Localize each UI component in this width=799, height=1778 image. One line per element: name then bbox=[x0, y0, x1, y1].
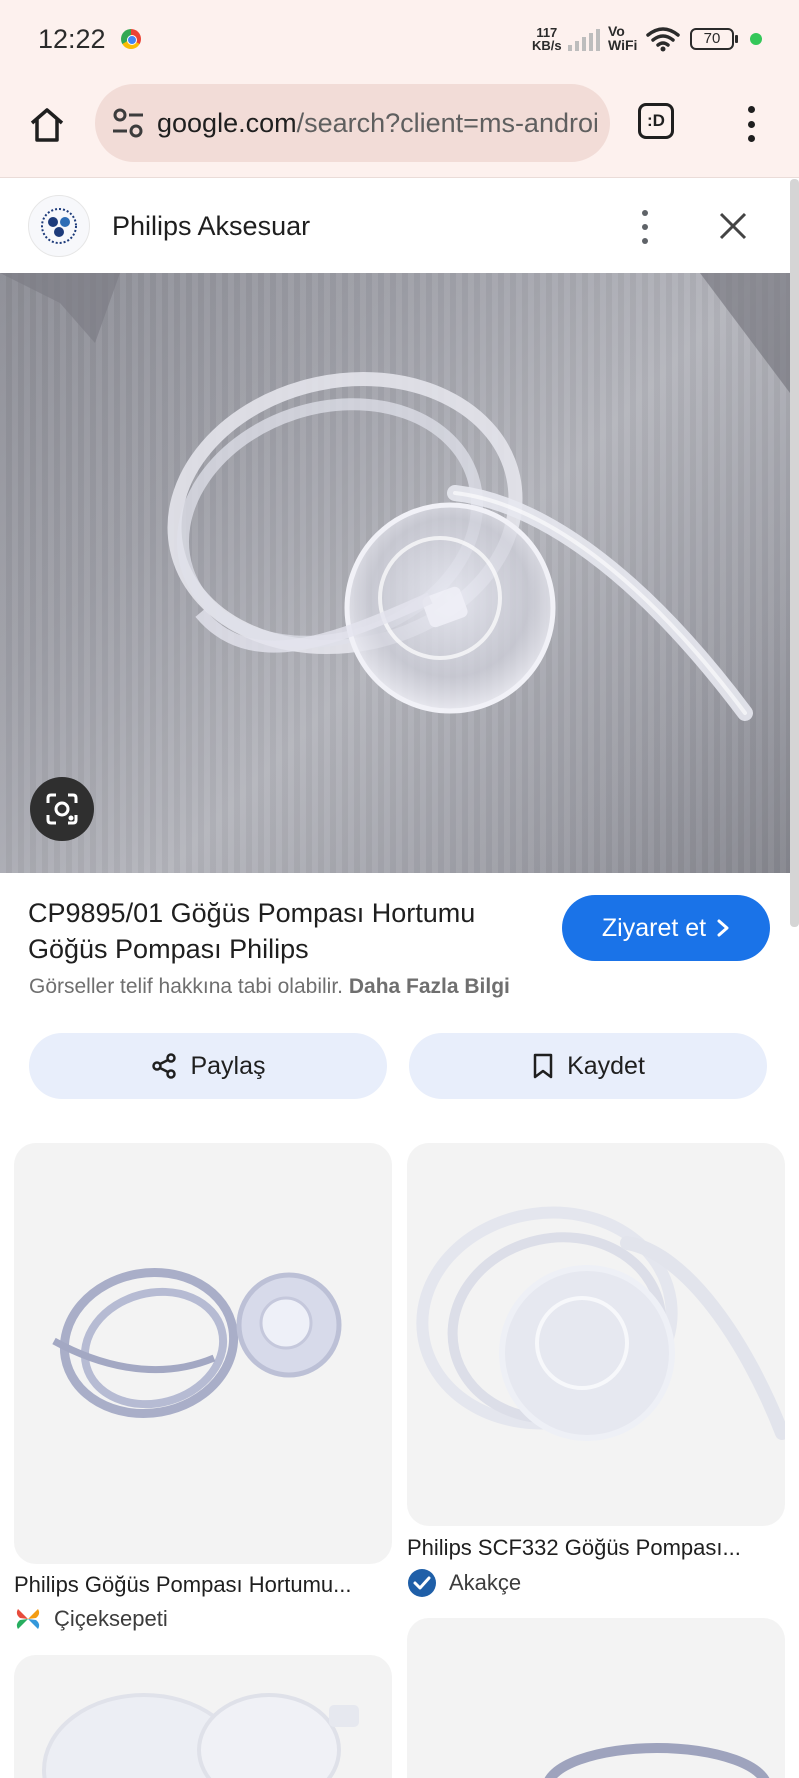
share-button[interactable]: Paylaş bbox=[29, 1033, 387, 1099]
google-lens-icon bbox=[46, 793, 78, 825]
status-time: 12:22 bbox=[38, 24, 106, 54]
visit-button[interactable]: Ziyaret et bbox=[562, 895, 770, 961]
network-speed: 117 KB/s bbox=[532, 26, 562, 52]
learn-more-link[interactable]: Daha Fazla Bilgi bbox=[349, 975, 510, 998]
save-button[interactable]: Kaydet bbox=[409, 1033, 767, 1099]
share-icon bbox=[152, 1053, 177, 1079]
related-image-3[interactable] bbox=[14, 1655, 392, 1778]
source-name[interactable]: Philips Aksesuar bbox=[112, 179, 310, 273]
battery-indicator: 70 bbox=[690, 28, 738, 50]
ciceksepeti-logo-icon bbox=[16, 1609, 40, 1629]
related-title-2[interactable]: Philips SCF332 Göğüs Pompası... bbox=[407, 1535, 741, 1561]
wifi-icon bbox=[646, 27, 680, 52]
related-image-1[interactable] bbox=[14, 1143, 392, 1564]
philips-shield-icon bbox=[41, 208, 77, 244]
signal-icon bbox=[568, 29, 600, 51]
related-photo-2 bbox=[416, 1206, 785, 1441]
related-photo-1 bbox=[52, 1268, 342, 1418]
status-bar: 12:22 117 KB/s Vo WiFi 70 bbox=[0, 0, 799, 78]
browser-toolbar: google.com/search?client=ms-android :D bbox=[0, 78, 799, 178]
url-text[interactable]: google.com/search?client=ms-android bbox=[157, 84, 597, 162]
tune-icon[interactable] bbox=[111, 106, 145, 140]
bookmark-icon bbox=[533, 1053, 553, 1079]
related-image-2[interactable] bbox=[407, 1143, 785, 1526]
tab-switcher-button[interactable]: :D bbox=[638, 103, 674, 139]
google-lens-button[interactable] bbox=[30, 777, 94, 841]
main-image[interactable] bbox=[0, 273, 790, 873]
related-source-2[interactable]: Akakçe bbox=[407, 1568, 521, 1598]
vowifi-indicator: Vo WiFi bbox=[608, 24, 637, 52]
product-photo bbox=[0, 273, 790, 721]
close-icon[interactable] bbox=[716, 209, 750, 243]
verified-check-icon bbox=[408, 1569, 436, 1597]
result-title: CP9895/01 Göğüs Pompası Hortumu Göğüs Po… bbox=[28, 898, 476, 964]
vowifi-top: Vo bbox=[608, 23, 625, 39]
url-path: /search?client=ms-android bbox=[296, 108, 597, 138]
related-source-name-2: Akakçe bbox=[449, 1570, 522, 1595]
related-source-name-1: Çiçeksepeti bbox=[54, 1606, 168, 1631]
visit-button-label: Ziyaret et bbox=[601, 913, 707, 942]
copyright-text: Görseller telif hakkına tabi olabilir. bbox=[29, 975, 343, 998]
related-photo-3 bbox=[42, 1693, 359, 1778]
copyright-notice: Görseller telif hakkına tabi olabilir. D… bbox=[29, 975, 510, 999]
url-host: google.com bbox=[157, 108, 297, 138]
share-label: Paylaş bbox=[190, 1051, 266, 1080]
vowifi-bottom: WiFi bbox=[608, 37, 638, 53]
home-icon bbox=[30, 108, 64, 142]
network-speed-unit: KB/s bbox=[532, 38, 562, 53]
related-source-1[interactable]: Çiçeksepeti bbox=[14, 1606, 168, 1632]
save-label: Kaydet bbox=[567, 1051, 645, 1080]
more-vert-icon[interactable] bbox=[630, 207, 660, 247]
panel-header: Philips Aksesuar bbox=[0, 179, 790, 273]
more-vert-icon[interactable] bbox=[735, 104, 767, 144]
address-bar[interactable]: google.com/search?client=ms-android bbox=[95, 84, 610, 162]
privacy-indicator-dot bbox=[750, 33, 762, 45]
related-image-4[interactable] bbox=[407, 1618, 785, 1778]
related-title-1[interactable]: Philips Göğüs Pompası Hortumu... bbox=[14, 1572, 351, 1598]
home-button[interactable] bbox=[22, 100, 72, 150]
related-photo-4 bbox=[544, 1743, 770, 1778]
source-logo bbox=[28, 195, 90, 257]
chrome-notification-icon bbox=[121, 29, 141, 49]
scrollbar[interactable] bbox=[790, 179, 799, 927]
chevron-right-icon bbox=[717, 919, 729, 937]
